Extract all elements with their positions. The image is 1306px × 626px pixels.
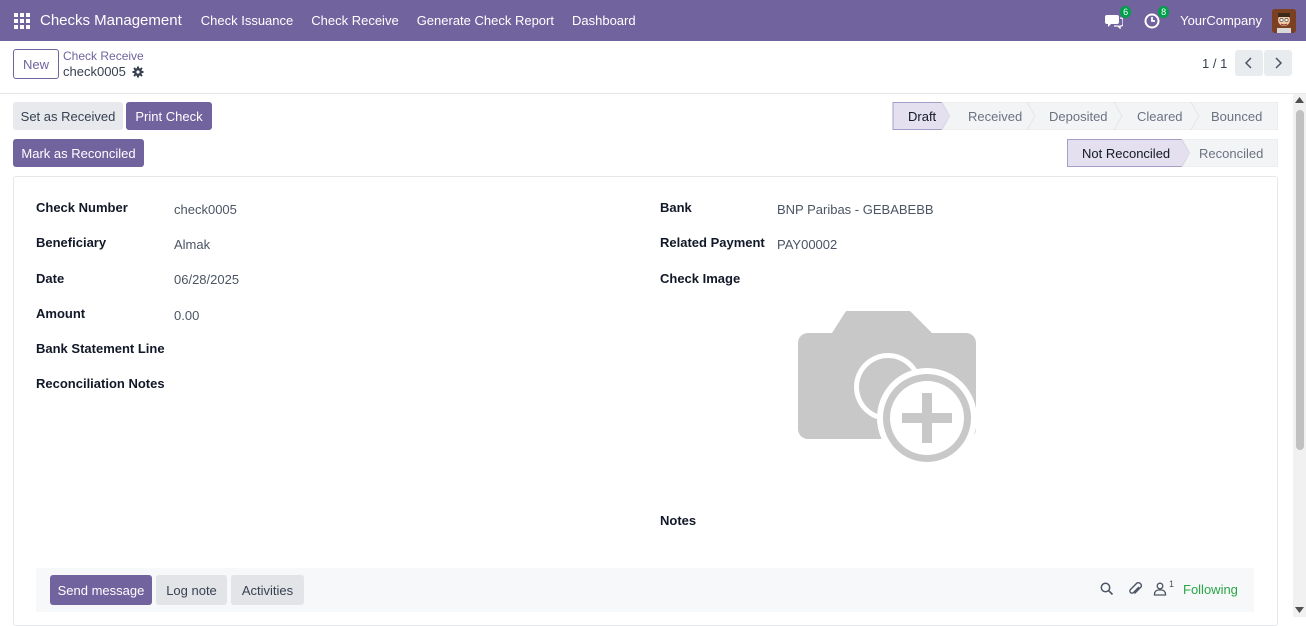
chevron-right-icon bbox=[1275, 57, 1283, 69]
menu-check-receive[interactable]: Check Receive bbox=[302, 13, 407, 28]
followers-icon[interactable] bbox=[1153, 582, 1167, 596]
check-number-field[interactable]: check0005 bbox=[174, 202, 237, 217]
app-title[interactable]: Checks Management bbox=[40, 12, 182, 29]
breadcrumb-parent[interactable]: Check Receive bbox=[63, 49, 144, 63]
print-check-button[interactable]: Print Check bbox=[126, 102, 212, 130]
scroll-thumb[interactable] bbox=[1296, 110, 1304, 450]
bank-statement-line-label: Bank Statement Line bbox=[36, 341, 165, 356]
control-panel: New Check Receive check0005 1 / 1 bbox=[0, 41, 1306, 94]
menu-dashboard[interactable]: Dashboard bbox=[563, 13, 645, 28]
messages-badge: 6 bbox=[1120, 5, 1132, 18]
notes-label: Notes bbox=[660, 513, 697, 528]
beneficiary-label: Beneficiary bbox=[36, 235, 107, 250]
related-payment-field[interactable]: PAY00002 bbox=[777, 237, 837, 252]
app-grid-icon[interactable] bbox=[14, 12, 30, 29]
company-switcher[interactable]: YourCompany bbox=[1180, 13, 1262, 28]
date-field[interactable]: 06/28/2025 bbox=[174, 272, 239, 287]
main-menu: Check Issuance Check Receive Generate Ch… bbox=[192, 13, 645, 28]
bank-label: Bank bbox=[660, 200, 692, 215]
paperclip-icon[interactable] bbox=[1128, 581, 1142, 597]
send-message-button[interactable]: Send message bbox=[50, 575, 152, 605]
check-image-label: Check Image bbox=[660, 271, 741, 286]
user-avatar[interactable] bbox=[1272, 8, 1296, 33]
scroll-down-arrow-icon[interactable] bbox=[1295, 607, 1304, 613]
pager-next-button[interactable] bbox=[1264, 50, 1292, 76]
record-name: check0005 bbox=[63, 64, 126, 79]
search-icon[interactable] bbox=[1100, 582, 1114, 596]
messages-icon[interactable]: 6 bbox=[1104, 5, 1132, 31]
stage-bounced-label[interactable]: Bounced bbox=[1211, 109, 1262, 124]
stage-draft-label[interactable]: Draft bbox=[908, 109, 936, 124]
activities-button[interactable]: Activities bbox=[231, 575, 304, 605]
following-button[interactable]: Following bbox=[1183, 582, 1238, 597]
stage-not-reconciled-label[interactable]: Not Reconciled bbox=[1082, 146, 1170, 161]
new-button[interactable]: New bbox=[13, 49, 59, 79]
followers-count: 1 bbox=[1169, 579, 1175, 589]
stage-received-label[interactable]: Received bbox=[968, 109, 1022, 124]
mark-as-reconciled-button[interactable]: Mark as Reconciled bbox=[13, 139, 144, 167]
stage-reconciled-label[interactable]: Reconciled bbox=[1199, 146, 1263, 161]
pager-value[interactable]: 1 / 1 bbox=[1202, 56, 1227, 71]
check-number-label: Check Number bbox=[36, 200, 128, 215]
stage-cleared-label[interactable]: Cleared bbox=[1137, 109, 1183, 124]
date-label: Date bbox=[36, 271, 65, 286]
related-payment-label: Related Payment bbox=[660, 235, 765, 250]
chevron-left-icon bbox=[1244, 57, 1252, 69]
menu-check-issuance[interactable]: Check Issuance bbox=[192, 13, 303, 28]
amount-field[interactable]: 0.00 bbox=[174, 308, 199, 323]
scroll-up-arrow-icon[interactable] bbox=[1295, 97, 1304, 103]
breadcrumb-current: check0005 bbox=[63, 64, 144, 79]
camera-add-icon[interactable] bbox=[798, 311, 979, 469]
beneficiary-field[interactable]: Almak bbox=[174, 237, 210, 252]
set-as-received-button[interactable]: Set as Received bbox=[13, 102, 123, 130]
reconciliation-notes-label: Reconciliation Notes bbox=[36, 376, 165, 391]
amount-label: Amount bbox=[36, 306, 86, 321]
log-note-button[interactable]: Log note bbox=[156, 575, 227, 605]
stage-deposited-label[interactable]: Deposited bbox=[1049, 109, 1108, 124]
pager-previous-button[interactable] bbox=[1235, 50, 1263, 76]
bank-field[interactable]: BNP Paribas - GEBABEBB bbox=[777, 202, 934, 217]
activities-clock-icon[interactable]: 8 bbox=[1142, 5, 1170, 31]
menu-generate-check-report[interactable]: Generate Check Report bbox=[408, 13, 563, 28]
gear-icon[interactable] bbox=[132, 66, 144, 78]
activities-badge: 8 bbox=[1158, 5, 1170, 18]
page-scrollbar[interactable] bbox=[1293, 94, 1306, 617]
top-navbar: Checks Management Check Issuance Check R… bbox=[0, 0, 1306, 41]
